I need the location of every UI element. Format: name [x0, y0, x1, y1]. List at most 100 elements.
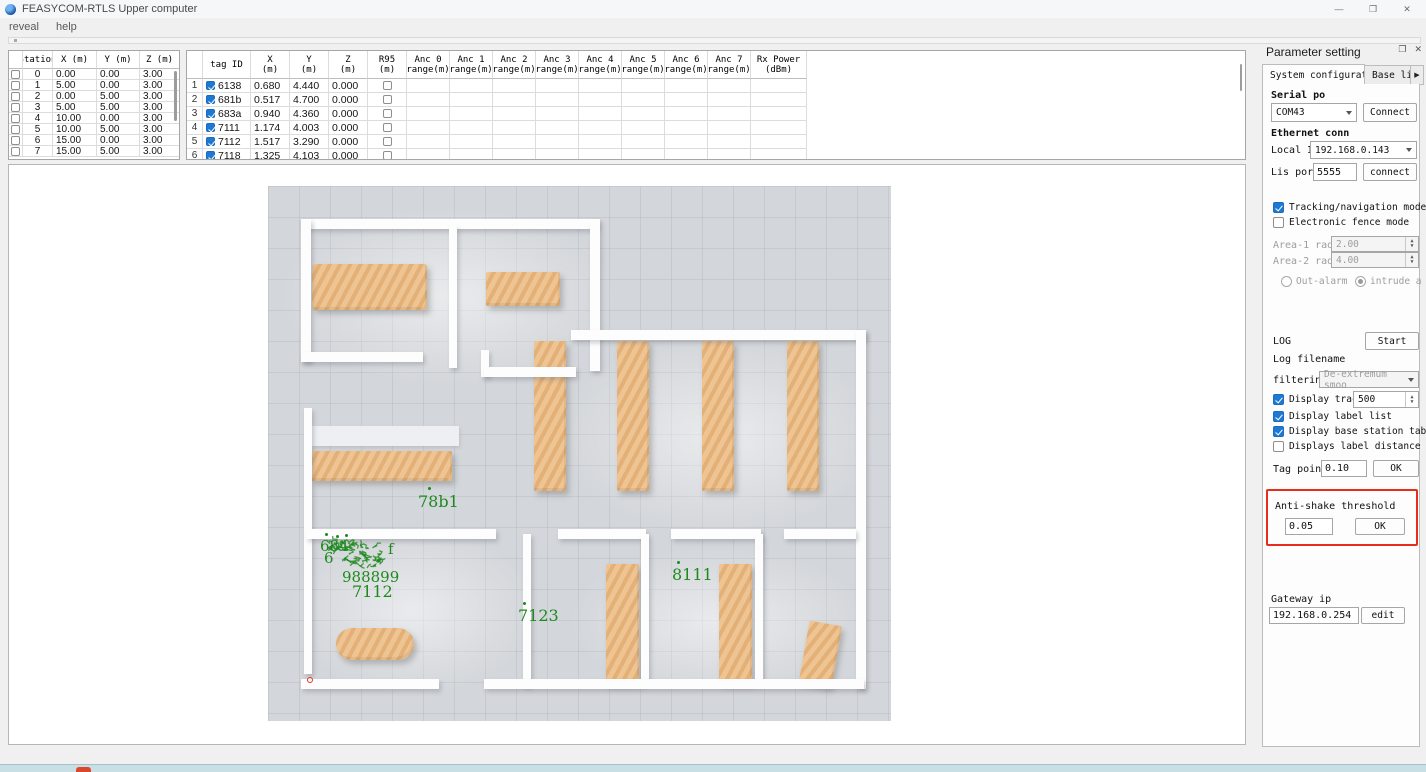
serial-connect-button[interactable]: Connect [1363, 103, 1417, 122]
station-cell: 3.00 [140, 124, 180, 135]
close-button[interactable]: ✕ [1390, 0, 1424, 18]
desk [787, 341, 819, 491]
taskbar-app-icon[interactable] [76, 767, 91, 772]
checkbox-unchecked-icon[interactable] [11, 70, 20, 79]
tag-range-cell [665, 135, 708, 149]
desk [534, 341, 566, 491]
display-distance-calibr-checkbox[interactable]: Displays label distance calibr [1273, 441, 1426, 452]
checkbox-unchecked-icon[interactable] [383, 95, 392, 104]
station-row[interactable]: 615.000.003.00 [9, 135, 179, 146]
tag-point-ok-button[interactable]: OK [1373, 460, 1419, 477]
station-row[interactable]: 35.005.003.00 [9, 102, 179, 113]
serial-port-combo[interactable]: COM43 [1271, 103, 1357, 122]
station-row[interactable]: 20.005.003.00 [9, 91, 179, 102]
tag-coord-cell: 0.000 [329, 135, 368, 149]
tag-range-cell [665, 107, 708, 121]
checkbox-unchecked-icon[interactable] [11, 147, 20, 156]
tab-base-lis[interactable]: Base lis [1365, 65, 1411, 85]
display-track-spinner[interactable]: 500 ▲▼ [1353, 391, 1419, 408]
display-base-table-label: Display base station table [1289, 426, 1426, 437]
checkbox-unchecked-icon[interactable] [11, 125, 20, 134]
antishake-ok-button[interactable]: OK [1355, 518, 1405, 535]
station-row[interactable]: 715.005.003.00 [9, 146, 179, 157]
checkbox-checked-icon[interactable] [206, 137, 215, 146]
lis-port-input[interactable] [1313, 163, 1357, 181]
checkbox-unchecked-icon[interactable] [11, 114, 20, 123]
menu-item-help[interactable]: help [56, 21, 77, 33]
checkbox-checked-icon[interactable] [206, 95, 215, 104]
display-base-table-checkbox[interactable]: Display base station table [1273, 426, 1426, 437]
filtering-combo[interactable]: De-extremum smoo [1319, 371, 1419, 388]
tag-id: 683a [218, 108, 241, 120]
display-track-checkbox[interactable]: Display track [1273, 394, 1363, 405]
map-canvas[interactable]: 6846f98889978b1711271238111 [8, 164, 1246, 745]
tag-row[interactable]: 471111.1744.0030.000 [187, 121, 1245, 135]
display-label-list-checkbox[interactable]: Display label list [1273, 411, 1392, 422]
tag-point-input[interactable] [1321, 460, 1367, 477]
minimize-button[interactable]: — [1322, 0, 1356, 18]
dock-float-icon[interactable]: ❐ [1398, 44, 1406, 55]
tab-scroll-right-button[interactable]: ▶ [1411, 65, 1424, 85]
tag-dot [428, 487, 431, 490]
checkbox-unchecked-icon[interactable] [11, 81, 20, 90]
checkbox-checked-icon[interactable] [206, 109, 215, 118]
taskbar-edge[interactable] [0, 764, 1426, 772]
area1-radius-spinner[interactable]: 2.00 ▲▼ [1331, 236, 1419, 252]
spinner-arrows-icon[interactable]: ▲▼ [1405, 237, 1418, 251]
tag-row[interactable]: 2681b0.5174.7000.000 [187, 93, 1245, 107]
tag-id-cell: 683a [203, 107, 251, 121]
log-start-button[interactable]: Start [1365, 332, 1419, 350]
tag-dot [677, 561, 680, 564]
station-row[interactable]: 00.000.003.00 [9, 69, 179, 80]
tag-label-78b1: 78b1 [418, 492, 459, 511]
checkbox-checked-icon[interactable] [206, 123, 215, 132]
station-checkbox-cell [9, 135, 23, 146]
tracking-mode-checkbox[interactable]: Tracking/navigation mode [1273, 202, 1426, 213]
area2-radius-spinner[interactable]: 4.00 ▲▼ [1331, 252, 1419, 268]
restore-button[interactable]: ❐ [1356, 0, 1390, 18]
tag-r95-cell [368, 121, 407, 135]
checkbox-unchecked-icon[interactable] [11, 92, 20, 101]
tag-header-cell: R95 (m) [368, 51, 407, 79]
tab-system-configuration[interactable]: System configuration [1262, 64, 1365, 85]
local-ip-combo[interactable]: 192.168.0.143 [1310, 141, 1417, 159]
checkbox-checked-icon[interactable] [206, 151, 215, 160]
tag-rownum-cell: 1 [187, 79, 203, 93]
menu-item-reveal[interactable]: reveal [9, 21, 39, 33]
tag-range-cell [751, 107, 807, 121]
checkbox-unchecked-icon[interactable] [383, 109, 392, 118]
tag-scrollbar-thumb[interactable] [1240, 64, 1242, 91]
tag-row[interactable]: 571121.5173.2900.000 [187, 135, 1245, 149]
checkbox-checked-icon[interactable] [206, 81, 215, 90]
ethernet-connect-button[interactable]: connect [1363, 163, 1417, 181]
intrude-alarm-radio[interactable]: intrude a [1355, 276, 1421, 287]
spinner-arrows-icon[interactable]: ▲▼ [1405, 392, 1418, 407]
tag-label-7123: 7123 [518, 606, 559, 625]
station-scrollbar-thumb[interactable] [174, 71, 177, 121]
station-row[interactable]: 15.000.003.00 [9, 80, 179, 91]
tag-range-cell [536, 79, 579, 93]
fence-mode-checkbox[interactable]: Electronic fence mode [1273, 217, 1409, 228]
tag-row[interactable]: 671181.3254.1030.000 [187, 149, 1245, 160]
checkbox-unchecked-icon[interactable] [11, 103, 20, 112]
checkbox-unchecked-icon[interactable] [383, 151, 392, 160]
floorplan-wall [590, 219, 600, 371]
tag-row[interactable]: 3683a0.9404.3600.000 [187, 107, 1245, 121]
tag-row[interactable]: 161380.6804.4400.000 [187, 79, 1245, 93]
checkbox-unchecked-icon[interactable] [383, 123, 392, 132]
checkbox-unchecked-icon[interactable] [383, 137, 392, 146]
checkbox-unchecked-icon[interactable] [11, 136, 20, 145]
gateway-edit-button[interactable]: edit [1361, 607, 1405, 624]
tag-dot [523, 602, 526, 605]
dock-close-icon[interactable]: ✕ [1414, 44, 1422, 55]
station-row[interactable]: 410.000.003.00 [9, 113, 179, 124]
tag-range-cell [708, 149, 751, 160]
display-track-value: 500 [1358, 394, 1375, 405]
out-alarm-radio[interactable]: Out-alarm [1281, 276, 1347, 287]
antishake-input[interactable] [1285, 518, 1333, 535]
tag-rownum-cell: 2 [187, 93, 203, 107]
checkbox-unchecked-icon[interactable] [383, 81, 392, 90]
gateway-ip-input[interactable] [1269, 607, 1359, 624]
station-row[interactable]: 510.005.003.00 [9, 124, 179, 135]
spinner-arrows-icon[interactable]: ▲▼ [1405, 253, 1418, 267]
